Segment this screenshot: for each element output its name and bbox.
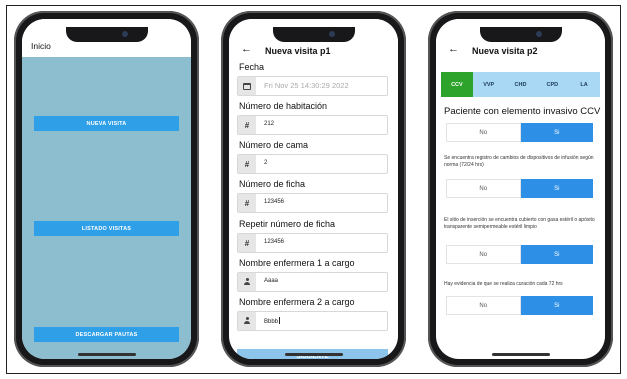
ficha-label: Número de ficha xyxy=(239,179,306,189)
si-button[interactable]: Si xyxy=(520,123,593,142)
descargar-pautas-button[interactable]: DESCARGAR PAUTAS xyxy=(34,327,179,342)
habitacion-field[interactable]: # 212 xyxy=(237,115,388,135)
repetir-ficha-field[interactable]: # 123456 xyxy=(237,233,388,253)
ficha-field[interactable]: # 123456 xyxy=(237,193,388,213)
tab-cpd[interactable]: CPD xyxy=(536,72,568,97)
toggle-question-1: No Si xyxy=(446,179,593,198)
no-button[interactable]: No xyxy=(446,179,521,198)
tab-ccv[interactable]: CCV xyxy=(441,72,473,97)
home-body: NUEVA VISITA LISTADO VISITAS DESCARGAR P… xyxy=(22,57,191,359)
home-indicator xyxy=(284,353,343,356)
form-p1-screen: ← Nueva visita p1 Fecha Fri Nov 25 14:30… xyxy=(229,19,398,359)
phone-notch xyxy=(272,27,355,42)
enfermera1-value: Aaaa xyxy=(264,278,279,284)
si-button[interactable]: Si xyxy=(520,179,593,198)
fecha-value: Fri Nov 25 14:30:29 2022 xyxy=(264,81,349,90)
habitacion-label: Número de habitación xyxy=(239,101,328,111)
cama-field[interactable]: # 2 xyxy=(237,154,388,174)
hash-icon: # xyxy=(238,116,256,134)
phone-form-p1: ← Nueva visita p1 Fecha Fri Nov 25 14:30… xyxy=(221,11,406,367)
no-button[interactable]: No xyxy=(446,123,521,142)
toggle-question-3: No Si xyxy=(446,296,593,315)
tab-vvp[interactable]: VVP xyxy=(473,72,505,97)
enfermera1-label: Nombre enfermera 1 a cargo xyxy=(239,258,355,268)
repetir-ficha-value: 123456 xyxy=(264,239,285,245)
hash-icon: # xyxy=(238,234,256,252)
home-indicator xyxy=(491,353,550,356)
phone-notch xyxy=(479,27,562,42)
section-title: Paciente con elemento invasivo CCV xyxy=(444,106,601,117)
hash-icon: # xyxy=(238,155,256,173)
toggle-invasivo: No Si xyxy=(446,123,593,142)
fecha-label: Fecha xyxy=(239,62,265,72)
tab-la[interactable]: LA xyxy=(568,72,600,97)
habitacion-value: 212 xyxy=(264,121,275,127)
tab-chd[interactable]: CHD xyxy=(505,72,537,97)
ficha-value: 123456 xyxy=(264,199,285,205)
repetir-ficha-label: Repetir número de ficha xyxy=(239,219,336,229)
toggle-question-2: No Si xyxy=(446,245,593,264)
enfermera2-field[interactable]: Bbbb xyxy=(237,311,388,331)
nueva-visita-button[interactable]: NUEVA VISITA xyxy=(34,116,179,131)
fecha-field[interactable]: Fri Nov 25 14:30:29 2022 xyxy=(237,76,388,96)
phone-form-p2: ← Nueva visita p2 CCV VVP CHD CPD LA Pac… xyxy=(428,11,613,367)
page-title: Nueva visita p1 xyxy=(265,46,331,56)
si-button[interactable]: Si xyxy=(520,296,593,315)
question-3: Hay evidencia de que se realiza curación… xyxy=(444,281,563,287)
home-screen: Inicio NUEVA VISITA LISTADO VISITAS DESC… xyxy=(22,19,191,359)
home-indicator xyxy=(77,353,136,356)
question-1: Se encuentra registro de cambios de disp… xyxy=(444,155,594,168)
arrow-left-icon[interactable]: ← xyxy=(448,44,459,55)
question-2: El sitio de inserción se encuentra cubie… xyxy=(444,217,595,230)
si-button[interactable]: Si xyxy=(520,245,593,264)
hash-icon: # xyxy=(238,194,256,212)
listado-visitas-button[interactable]: LISTADO VISITAS xyxy=(34,221,179,236)
text-cursor xyxy=(279,317,280,324)
arrow-left-icon[interactable]: ← xyxy=(241,44,252,55)
cama-value: 2 xyxy=(264,160,268,166)
calendar-icon xyxy=(238,77,256,95)
enfermera2-value: Bbbb xyxy=(264,317,280,325)
page-title: Nueva visita p2 xyxy=(472,46,538,56)
phone-notch xyxy=(65,27,148,42)
person-icon xyxy=(238,273,256,291)
form-p2-screen: ← Nueva visita p2 CCV VVP CHD CPD LA Pac… xyxy=(436,19,605,359)
enfermera1-field[interactable]: Aaaa xyxy=(237,272,388,292)
no-button[interactable]: No xyxy=(446,245,521,264)
no-button[interactable]: No xyxy=(446,296,521,315)
person-icon xyxy=(238,312,256,330)
cama-label: Número de cama xyxy=(239,140,309,150)
page-title: Inicio xyxy=(31,41,51,51)
phone-home: Inicio NUEVA VISITA LISTADO VISITAS DESC… xyxy=(14,11,199,367)
device-tabs: CCV VVP CHD CPD LA xyxy=(441,72,600,97)
enfermera2-label: Nombre enfermera 2 a cargo xyxy=(239,297,355,307)
